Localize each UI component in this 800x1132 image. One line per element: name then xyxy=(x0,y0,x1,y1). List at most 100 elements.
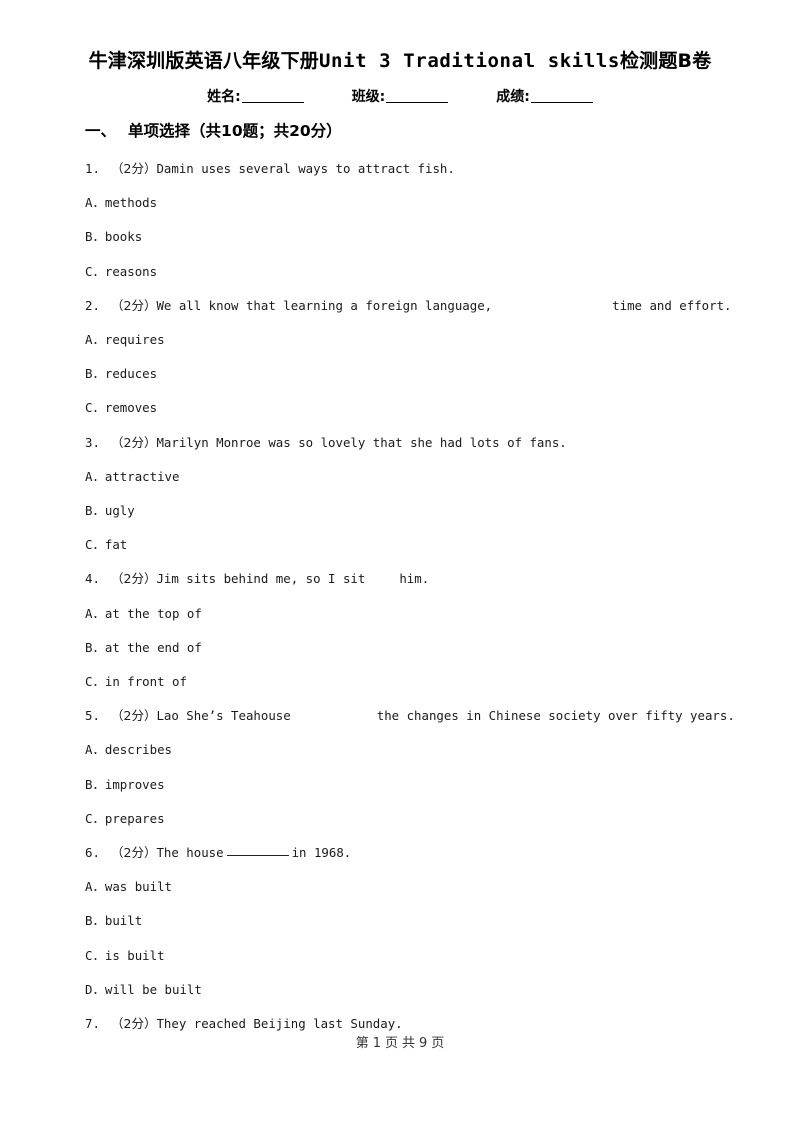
option-text: is built xyxy=(104,947,165,963)
question-stem: 3. （2分）Marilyn Monroe was so lovely that … xyxy=(85,426,745,460)
option-item[interactable]: C．prepares xyxy=(85,802,745,836)
option-item[interactable]: C．fat xyxy=(85,528,745,562)
option-letter: C． xyxy=(85,537,105,553)
question-score: （2分） xyxy=(111,571,157,587)
option-letter: C． xyxy=(85,810,105,826)
option-item[interactable]: A．methods xyxy=(85,186,745,220)
option-text: fat xyxy=(104,537,128,553)
option-item[interactable]: A．describes xyxy=(85,733,745,767)
option-text: built xyxy=(104,913,143,929)
question-text: Damin uses several ways to attract fish. xyxy=(156,161,455,176)
option-item[interactable]: B．books xyxy=(85,220,745,254)
option-letter: A． xyxy=(85,605,105,621)
option-letter: B． xyxy=(85,913,105,929)
option-text: prepares xyxy=(104,810,165,826)
question-number: 4. xyxy=(85,571,100,587)
option-text: in front of xyxy=(104,674,187,690)
page-footer: 第1页共9页 xyxy=(0,1032,800,1051)
option-letter: C． xyxy=(85,947,105,963)
option-item[interactable]: C．reasons xyxy=(85,255,745,289)
name-label: 姓名: xyxy=(207,89,241,105)
score-field: 成绩: xyxy=(496,86,593,106)
question-text-after: him. xyxy=(399,571,430,587)
question-score: （2分） xyxy=(111,1016,157,1032)
score-label: 成绩: xyxy=(496,89,530,105)
question-text-before: We all know that learning a foreign lang… xyxy=(156,297,493,313)
question-number: 6. xyxy=(85,845,100,861)
question-text: Marilyn Monroe was so lovely that she ha… xyxy=(156,434,567,450)
section-name: 单项选择 xyxy=(128,122,191,140)
option-item[interactable]: A．attractive xyxy=(85,460,745,494)
option-text: removes xyxy=(104,400,158,416)
option-item[interactable]: D．will be built xyxy=(85,973,745,1007)
option-item[interactable]: A．requires xyxy=(85,323,745,357)
option-text: will be built xyxy=(104,981,202,997)
option-letter: B． xyxy=(85,366,105,382)
question-text-before: The house xyxy=(156,845,224,861)
option-letter: D． xyxy=(85,981,105,997)
question-stem: 5. （2分）Lao She’s Teahouse the changes in C… xyxy=(85,699,745,733)
option-item[interactable]: B．reduces xyxy=(85,357,745,391)
page-title: 牛津深圳版英语八年级下册Unit 3 Traditional skills检测题… xyxy=(0,46,800,73)
student-info-line: 姓名: 班级: 成绩: xyxy=(0,86,800,106)
question-score: （2分） xyxy=(111,845,157,861)
question-text-before: Lao She’s Teahouse xyxy=(156,708,291,724)
question-number: 3. xyxy=(85,434,100,450)
option-letter: A． xyxy=(85,879,105,895)
question-score: （2分） xyxy=(111,434,157,450)
section-number: 一、 xyxy=(85,122,117,140)
option-letter: A． xyxy=(85,468,105,484)
question-number: 2. xyxy=(85,297,100,313)
question-number: 5. xyxy=(85,708,100,724)
option-text: methods xyxy=(104,195,158,211)
question-text-before: Jim sits behind me, so I sit xyxy=(156,571,366,587)
question-text: They reached Beijing last Sunday. xyxy=(156,1016,403,1032)
option-text: reasons xyxy=(104,263,158,279)
option-item[interactable]: A．at the top of xyxy=(85,597,745,631)
answer-blank-underline[interactable] xyxy=(226,855,289,857)
option-item[interactable]: C．removes xyxy=(85,391,745,425)
option-letter: C． xyxy=(85,400,105,416)
exam-page: 牛津深圳版英语八年级下册Unit 3 Traditional skills检测题… xyxy=(0,0,800,1132)
option-text: ugly xyxy=(104,503,135,519)
section-meta: （共10题；共20分） xyxy=(190,122,342,140)
footer-total-pages: 9 xyxy=(419,1036,428,1051)
class-label: 班级: xyxy=(351,89,386,105)
option-item[interactable]: B．ugly xyxy=(85,494,745,528)
question-stem: 4. （2分）Jim sits behind me, so I sit him. xyxy=(85,562,745,596)
score-input-blank[interactable] xyxy=(530,102,593,103)
question-stem: 1. （2分）Damin uses several ways to attract… xyxy=(85,152,745,186)
name-input-blank[interactable] xyxy=(241,102,304,103)
option-letter: B． xyxy=(85,229,105,245)
option-letter: A． xyxy=(85,332,105,348)
option-item[interactable]: B．at the end of xyxy=(85,631,745,665)
class-field: 班级: xyxy=(352,86,449,106)
option-text: requires xyxy=(104,332,165,348)
option-letter: C． xyxy=(85,263,105,279)
option-item[interactable]: B．built xyxy=(85,904,745,938)
option-text: books xyxy=(104,229,143,245)
option-letter: B． xyxy=(85,639,105,655)
footer-total-unit: 页 xyxy=(431,1036,445,1051)
question-score: （2分） xyxy=(111,161,157,176)
footer-page-prefix: 第 xyxy=(355,1036,369,1051)
option-letter: C． xyxy=(85,674,105,690)
title-en: Unit 3 Traditional skills xyxy=(318,50,620,72)
option-text: reduces xyxy=(104,366,158,382)
question-text-after: the changes in Chinese society over fift… xyxy=(376,708,735,724)
option-text: attractive xyxy=(104,468,180,484)
question-score: （2分） xyxy=(111,708,157,724)
option-letter: A． xyxy=(85,195,105,211)
class-input-blank[interactable] xyxy=(386,102,449,103)
option-text: at the end of xyxy=(104,639,202,655)
footer-current-page: 1 xyxy=(372,1036,381,1051)
option-item[interactable]: C．is built xyxy=(85,939,745,973)
option-item[interactable]: A．was built xyxy=(85,870,745,904)
footer-total-prefix: 共 xyxy=(402,1036,416,1051)
question-stem: 6. （2分）The house in 1968. xyxy=(85,836,745,870)
option-item[interactable]: B．improves xyxy=(85,768,745,802)
option-item[interactable]: C．in front of xyxy=(85,665,745,699)
option-text: describes xyxy=(104,742,172,758)
question-number: 1. xyxy=(85,161,100,176)
option-letter: B． xyxy=(85,776,105,792)
